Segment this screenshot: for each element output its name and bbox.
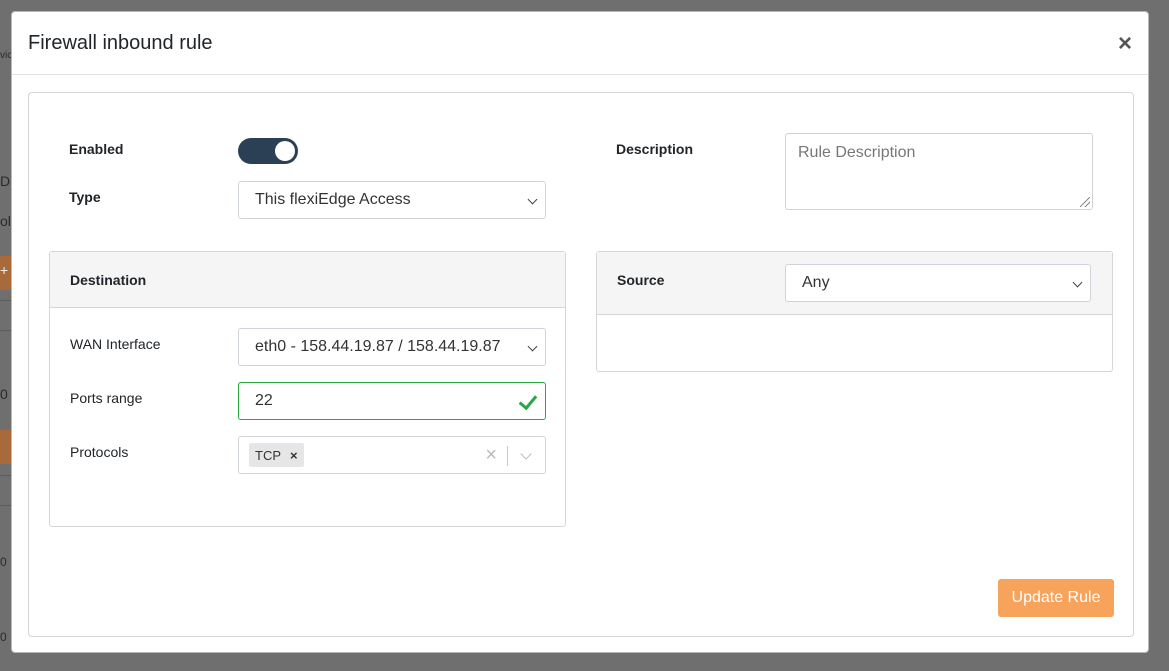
chevron-down-icon [527,194,538,205]
protocols-label: Protocols [70,444,129,460]
wan-interface-label: WAN Interface [70,336,161,352]
ports-range-label: Ports range [70,390,143,406]
source-panel-header: Source Any [597,252,1112,315]
type-select-value: This flexiEdge Access [255,191,411,208]
ports-range-value: 22 [255,392,273,409]
separator [507,446,508,466]
destination-panel: Destination WAN Interface eth0 - 158.44.… [49,251,566,527]
toggle-knob [275,141,295,161]
type-select[interactable]: This flexiEdge Access [238,181,546,219]
modal-title: Firewall inbound rule [28,31,213,54]
background-fragment: 0 [0,386,8,402]
chevron-down-icon [527,341,538,352]
protocols-multiselect[interactable]: TCP × × [238,436,546,474]
description-placeholder: Rule Description [798,144,916,161]
background-fragment: D [0,173,11,189]
background-fragment: + [0,262,9,278]
modal-header: Firewall inbound rule [12,12,1148,75]
background-fragment: 0 [0,555,7,569]
source-select-value: Any [802,274,830,291]
checkmark-icon [518,390,538,411]
clear-icon[interactable]: × [485,444,497,467]
enabled-label: Enabled [69,141,124,157]
wan-interface-select[interactable]: eth0 - 158.44.19.87 / 158.44.19.87 [238,328,546,366]
background-fragment: ol [0,213,11,229]
protocol-chip: TCP × [249,443,304,467]
chevron-down-icon[interactable] [520,448,532,460]
update-rule-button[interactable]: Update Rule [998,579,1114,617]
chip-remove-icon[interactable]: × [290,448,298,463]
protocol-chip-label: TCP [255,447,281,463]
resize-handle-icon[interactable] [1080,197,1090,207]
ports-range-input[interactable]: 22 [238,382,546,420]
close-icon[interactable]: × [1118,32,1132,56]
chevron-down-icon [1072,277,1083,288]
description-label: Description [616,141,694,157]
source-panel: Source Any [596,251,1113,372]
background-fragment: 0 [0,630,7,644]
enabled-toggle[interactable] [238,138,298,164]
source-select[interactable]: Any [785,264,1091,302]
type-label: Type [69,189,101,205]
destination-panel-header: Destination [50,252,565,308]
wan-interface-value: eth0 - 158.44.19.87 / 158.44.19.87 [255,338,501,355]
destination-title: Destination [70,272,147,288]
firewall-rule-modal: Firewall inbound rule × Enabled Type Thi… [11,11,1149,653]
rule-form-card: Enabled Type This flexiEdge Access Descr… [28,92,1134,637]
description-textarea[interactable]: Rule Description [785,133,1093,210]
source-title: Source [617,272,665,288]
